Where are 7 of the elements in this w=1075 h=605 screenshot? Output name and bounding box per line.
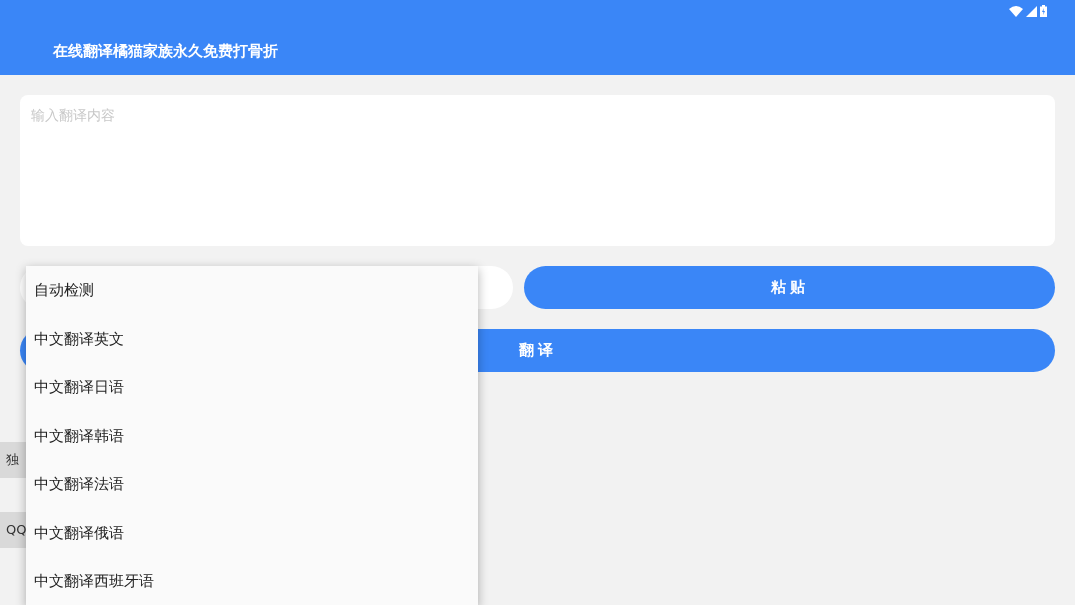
signal-icon — [1026, 5, 1037, 17]
paste-button[interactable]: 粘贴 — [524, 266, 1055, 309]
menu-item[interactable]: 自动检测 — [26, 266, 478, 315]
wifi-icon — [1009, 5, 1023, 17]
app-title: 在线翻译橘猫家族永久免费打骨折 — [53, 41, 278, 62]
menu-item[interactable]: 中文翻译西班牙语 — [26, 557, 478, 605]
battery-icon — [1040, 5, 1047, 17]
